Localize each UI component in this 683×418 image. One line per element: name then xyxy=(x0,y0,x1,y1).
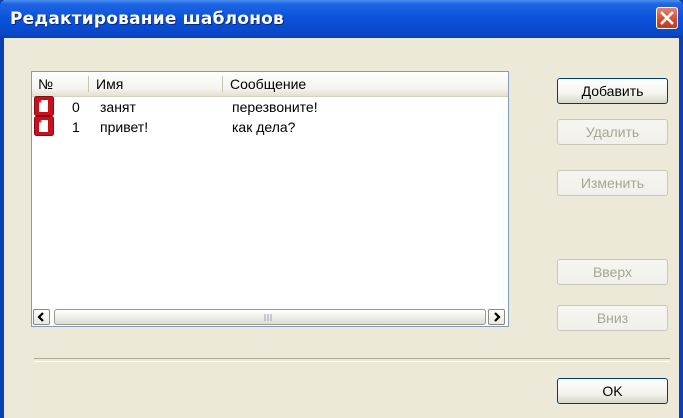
templates-list[interactable]: № Имя Сообщение 0 занят перезвоните! 1 п xyxy=(31,71,509,327)
arrow-left-icon xyxy=(37,312,44,322)
row-number: 0 xyxy=(72,99,80,115)
column-divider[interactable] xyxy=(222,76,223,92)
delete-button[interactable]: Удалить xyxy=(557,119,668,145)
scroll-left-button[interactable] xyxy=(33,309,50,325)
document-icon xyxy=(34,116,54,136)
row-number: 1 xyxy=(72,119,80,135)
grip-icon xyxy=(264,314,272,321)
dialog-window: Редактирование шаблонов № Имя Сообщение … xyxy=(0,0,683,418)
list-header: № Имя Сообщение xyxy=(32,72,508,97)
column-divider[interactable] xyxy=(88,76,89,92)
column-header-name[interactable]: Имя xyxy=(90,72,222,96)
edit-button[interactable]: Изменить xyxy=(557,170,668,196)
add-button[interactable]: Добавить xyxy=(557,78,668,104)
arrow-right-icon xyxy=(494,312,501,322)
scroll-right-button[interactable] xyxy=(488,309,505,325)
window-title: Редактирование шаблонов xyxy=(10,9,284,29)
ok-button[interactable]: OK xyxy=(557,378,668,404)
row-message: перезвоните! xyxy=(232,99,318,115)
list-item[interactable]: 0 занят перезвоните! xyxy=(32,96,508,116)
separator xyxy=(34,358,670,362)
list-item[interactable]: 1 привет! как дела? xyxy=(32,116,508,136)
document-icon xyxy=(34,96,54,116)
row-name: привет! xyxy=(100,119,149,135)
horizontal-scrollbar[interactable] xyxy=(32,308,508,326)
column-header-message[interactable]: Сообщение xyxy=(224,72,504,96)
title-bar[interactable]: Редактирование шаблонов xyxy=(0,0,683,38)
scroll-thumb[interactable] xyxy=(54,309,486,325)
row-message: как дела? xyxy=(232,119,296,135)
close-icon xyxy=(660,11,674,25)
close-button[interactable] xyxy=(656,7,678,29)
row-name: занят xyxy=(100,99,136,115)
move-up-button[interactable]: Вверх xyxy=(557,259,668,285)
move-down-button[interactable]: Вниз xyxy=(557,305,668,331)
column-header-number[interactable]: № xyxy=(32,72,88,96)
